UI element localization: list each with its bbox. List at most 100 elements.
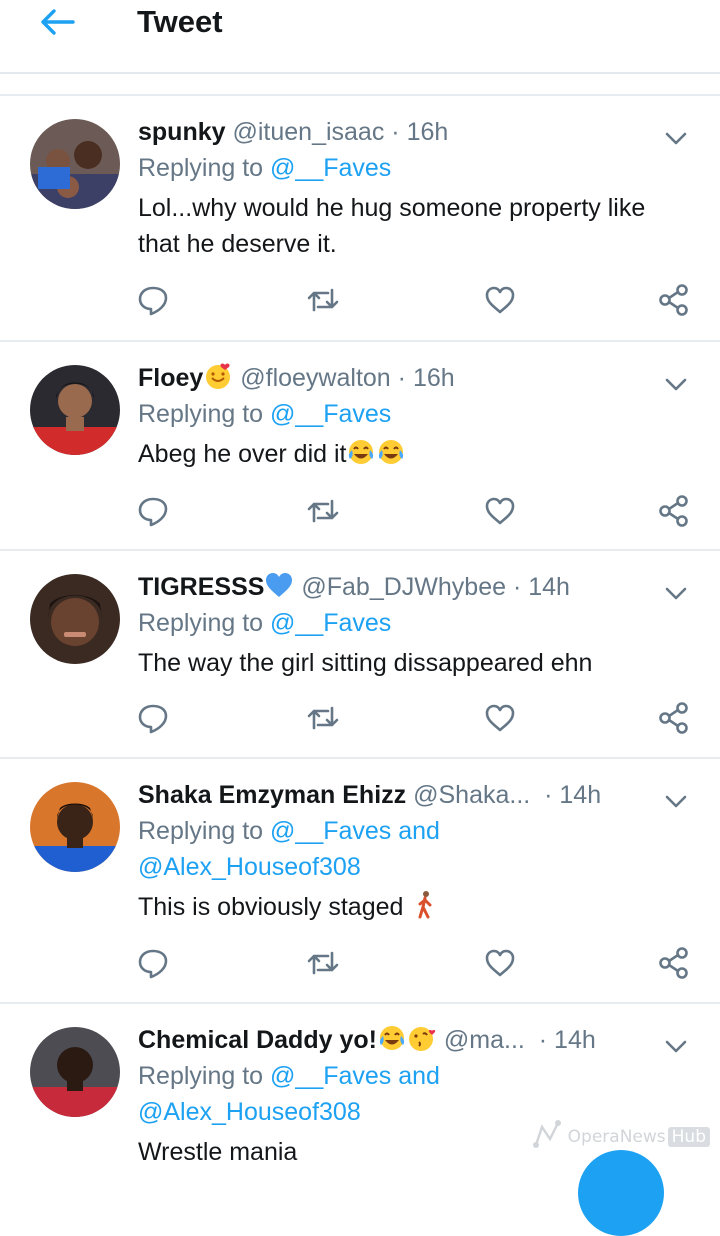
avatar[interactable] [30,1027,120,1117]
tweet-actions [136,701,694,741]
replying-to-label: Replying to [138,400,264,428]
watermark-text: OperaNews [567,1126,666,1147]
tweet-item[interactable]: Shaka Emzyman Ehizz @Shaka... · 14h Repl… [0,759,720,1004]
avatar[interactable] [30,365,120,455]
timestamp: 16h [406,118,449,146]
separator-dot: · [397,364,406,392]
watermark: OperaNews Hub [532,1119,710,1154]
chevron-down-icon[interactable] [662,787,690,815]
display-name[interactable]: Chemical Daddy yo! [138,1026,377,1054]
display-name[interactable]: Shaka Emzyman Ehizz [138,781,406,809]
tweet-content: TIGRESSS @Fab_DJWhybee · 14h Replying to… [138,569,690,681]
tweet-text-row: Abeg he over did it [138,436,690,472]
mention-link[interactable]: @Alex_Houseof308 [138,1098,361,1126]
chevron-down-icon[interactable] [662,370,690,398]
replying-to: Replying to @__Faves and @Alex_Houseof30… [138,813,690,885]
compose-button[interactable] [578,1150,664,1236]
separator-dot: · [538,1026,548,1054]
heart-icon[interactable] [483,283,517,317]
share-icon[interactable] [657,946,691,980]
separator-dot: · [512,573,522,601]
replying-to: Replying to @__Faves [138,396,690,432]
timestamp: 14h [554,1026,596,1054]
page-title: Tweet [137,4,223,39]
watermark-badge: Hub [667,1126,710,1147]
avatar[interactable] [30,574,120,664]
person-walking-icon [410,890,440,920]
mention-link[interactable]: @__Faves [270,400,391,428]
tweet-actions [136,283,694,323]
arrow-left-icon [39,8,75,41]
replying-to-label: Replying to [138,609,264,637]
user-line: Chemical Daddy yo! @ma... · 14h [138,1022,690,1058]
face-blowing-a-kiss-icon [407,1023,437,1053]
user-handle[interactable]: @Fab_DJWhybee [301,573,506,601]
reply-icon[interactable] [136,494,170,528]
heart-icon[interactable] [483,701,517,735]
user-line: Shaka Emzyman Ehizz @Shaka... · 14h [138,777,690,813]
tweet-content: Shaka Emzyman Ehizz @Shaka... · 14h Repl… [138,777,690,925]
heart-icon[interactable] [483,494,517,528]
timestamp: 16h [412,364,455,392]
tweet-item[interactable]: Floey @floeywalton · 16h Replying to @__… [0,342,720,551]
user-handle[interactable]: @Shaka... [413,781,530,809]
retweet-icon[interactable] [306,701,340,735]
reply-icon[interactable] [136,283,170,317]
mention-link[interactable]: @__Faves and [270,817,440,845]
reply-icon[interactable] [136,946,170,980]
chevron-down-icon[interactable] [662,1032,690,1060]
retweet-icon[interactable] [306,494,340,528]
tweet-item[interactable]: spunky @ituen_isaac · 16h Replying to @_… [0,96,720,342]
face-with-tears-of-joy-icon [376,437,406,467]
chevron-down-icon[interactable] [662,579,690,607]
timestamp: 14h [559,781,602,809]
face-with-tears-of-joy-icon [346,437,376,467]
display-name[interactable]: spunky [138,118,226,146]
heart-icon[interactable] [483,946,517,980]
display-name[interactable]: TIGRESSS [138,573,264,601]
top-bar: Tweet [0,0,720,74]
retweet-icon[interactable] [306,283,340,317]
mention-link[interactable]: @__Faves [270,154,391,182]
avatar[interactable] [30,782,120,872]
mention-link[interactable]: @Alex_Houseof308 [138,853,361,881]
previous-tweet-edge [0,72,720,96]
tweet-actions [136,946,694,986]
reply-icon[interactable] [136,701,170,735]
timestamp: 14h [528,573,570,601]
chevron-down-icon[interactable] [662,124,690,152]
replying-to-label: Replying to [138,817,264,845]
separator-dot: · [544,781,553,809]
share-icon[interactable] [657,283,691,317]
user-handle[interactable]: @floeywalton [240,364,390,392]
tweet-text: Lol...why would he hug someone property … [138,194,646,258]
user-handle[interactable]: @ituen_isaac [232,118,384,146]
replying-to: Replying to @__Faves [138,605,690,641]
share-icon[interactable] [657,701,691,735]
user-handle[interactable]: @ma... [444,1026,525,1054]
smiling-face-with-hearts-icon [203,361,233,391]
separator-dot: · [391,118,400,146]
back-button[interactable] [30,2,84,46]
user-line: Floey @floeywalton · 16h [138,360,690,396]
tweet-text: This is obviously staged [138,893,404,921]
tweet-text: Abeg he over did it [138,440,347,468]
retweet-icon[interactable] [306,946,340,980]
replying-to-label: Replying to [138,1062,264,1090]
tweet-item[interactable]: TIGRESSS @Fab_DJWhybee · 14h Replying to… [0,551,720,759]
reply-list: spunky @ituen_isaac · 16h Replying to @_… [0,72,720,1184]
avatar[interactable] [30,119,120,209]
display-name[interactable]: Floey [138,364,203,392]
tweet-actions [136,494,694,534]
user-line: spunky @ituen_isaac · 16h [138,114,690,150]
replying-to: Replying to @__Faves [138,150,690,186]
replying-to-label: Replying to [138,154,264,182]
mention-link[interactable]: @__Faves and [270,1062,440,1090]
user-line: TIGRESSS @Fab_DJWhybee · 14h [138,569,690,605]
tweet-text: The way the girl sitting dissappeared eh… [138,649,593,677]
mention-link[interactable]: @__Faves [270,609,391,637]
face-with-tears-of-joy-icon [377,1023,407,1053]
blue-heart-icon [264,570,294,600]
share-icon[interactable] [657,494,691,528]
tweet-content: Floey @floeywalton · 16h Replying to @__… [138,360,690,472]
